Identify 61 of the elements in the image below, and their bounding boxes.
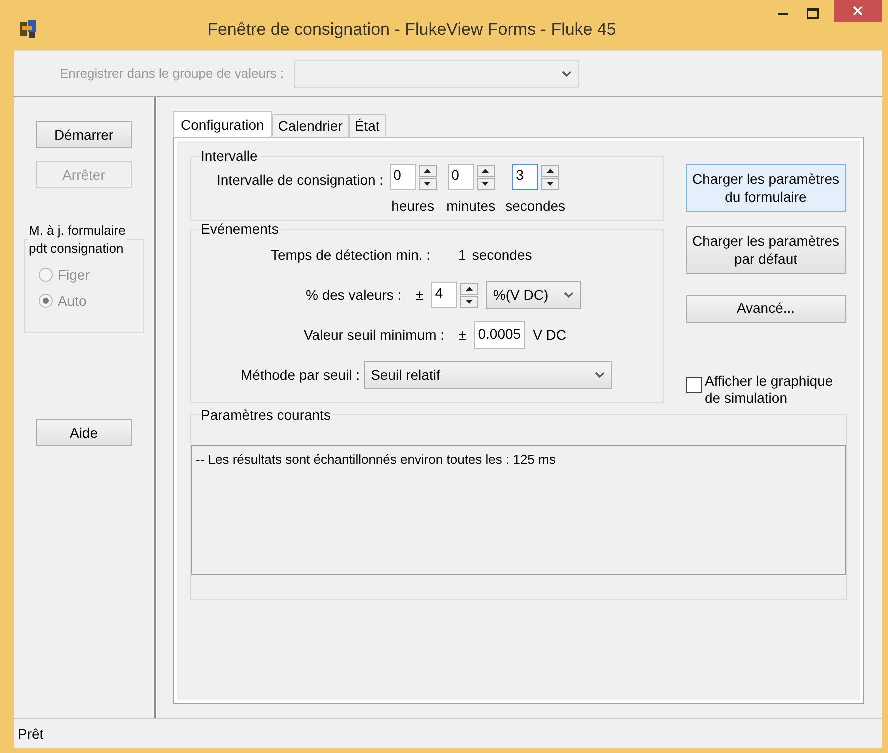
- status-bar: Prêt: [14, 718, 882, 748]
- triangle-up-icon: [424, 168, 432, 172]
- field-label: Intervalle de consignation :: [217, 172, 384, 188]
- sign-text: ±: [458, 327, 466, 343]
- app-icon: [20, 20, 36, 38]
- spin-down-button[interactable]: [476, 178, 495, 190]
- unit-label: V DC: [533, 327, 567, 343]
- maximize-icon: [807, 8, 819, 18]
- unit-dropdown[interactable]: %(V DC): [486, 281, 582, 309]
- action-button[interactable]: Avancé...: [686, 295, 846, 323]
- spin-down-button[interactable]: [541, 178, 560, 190]
- chevron-down-icon: [562, 70, 572, 78]
- spin-up-button[interactable]: [541, 164, 560, 176]
- number-field[interactable]: 4: [431, 282, 458, 308]
- chevron-down-icon: [595, 371, 606, 379]
- method-dropdown[interactable]: Seuil relatif: [364, 361, 612, 389]
- group-title: Paramètres courants: [200, 406, 332, 423]
- number-field[interactable]: 0: [448, 164, 474, 190]
- spin-down-button[interactable]: [418, 178, 437, 190]
- number-field[interactable]: 0: [390, 164, 416, 190]
- threshold-field[interactable]: 0.0005: [474, 321, 526, 349]
- checkbox[interactable]: [686, 377, 702, 393]
- triangle-down-icon: [482, 182, 490, 186]
- spin-down-button[interactable]: [460, 296, 478, 308]
- unit-label: secondes: [472, 247, 532, 263]
- field-label: Enregistrer dans le groupe de valeurs :: [60, 66, 284, 81]
- field-label: Temps de détection min. :: [271, 247, 431, 263]
- tab[interactable]: État: [348, 114, 386, 137]
- window-title: Fenêtre de consignation - FlukeView Forms - Fluke 45: [206, 20, 618, 40]
- close-icon: [853, 6, 863, 16]
- triangle-down-icon: [546, 182, 554, 186]
- number-field[interactable]: 3: [512, 164, 538, 190]
- tab[interactable]: Configuration: [173, 111, 272, 137]
- field-label: % des valeurs :: [306, 287, 402, 303]
- triangle-down-icon: [466, 300, 473, 304]
- help-button[interactable]: Aide: [36, 419, 132, 446]
- group-title: M. à j. formulaire pdt consignation: [28, 222, 127, 258]
- action-button[interactable]: Charger les paramètres du formulaire: [686, 164, 846, 212]
- unit-label: secondes: [506, 198, 566, 214]
- sign-text: ±: [416, 287, 424, 303]
- spin-up-button[interactable]: [460, 282, 478, 294]
- sidebar-button[interactable]: Démarrer: [36, 121, 132, 148]
- tab[interactable]: Calendrier: [272, 114, 349, 137]
- output-line: -- Les résultats sont échantillonnés environ toutes les : 125 ms: [196, 452, 557, 467]
- triangle-up-icon: [482, 168, 490, 172]
- unit-label: minutes: [446, 198, 496, 214]
- checkbox-label: Afficher le graphique de simulation: [705, 373, 834, 407]
- group-title: Evénements: [200, 221, 280, 237]
- spin-up-button[interactable]: [418, 164, 437, 176]
- spin-up-button[interactable]: [476, 164, 495, 176]
- triangle-up-icon: [466, 286, 473, 290]
- value-text: 1: [458, 247, 466, 263]
- action-button[interactable]: Charger les paramètres par défaut: [686, 226, 846, 274]
- field-label: Valeur seuil minimum :: [304, 327, 445, 343]
- group-title: Intervalle: [200, 148, 259, 164]
- close-button[interactable]: [834, 0, 882, 22]
- triangle-up-icon: [546, 168, 554, 172]
- unit-label: heures: [392, 198, 434, 214]
- triangle-down-icon: [424, 182, 432, 186]
- field-label: Méthode par seuil :: [241, 367, 360, 383]
- chevron-down-icon: [564, 291, 574, 299]
